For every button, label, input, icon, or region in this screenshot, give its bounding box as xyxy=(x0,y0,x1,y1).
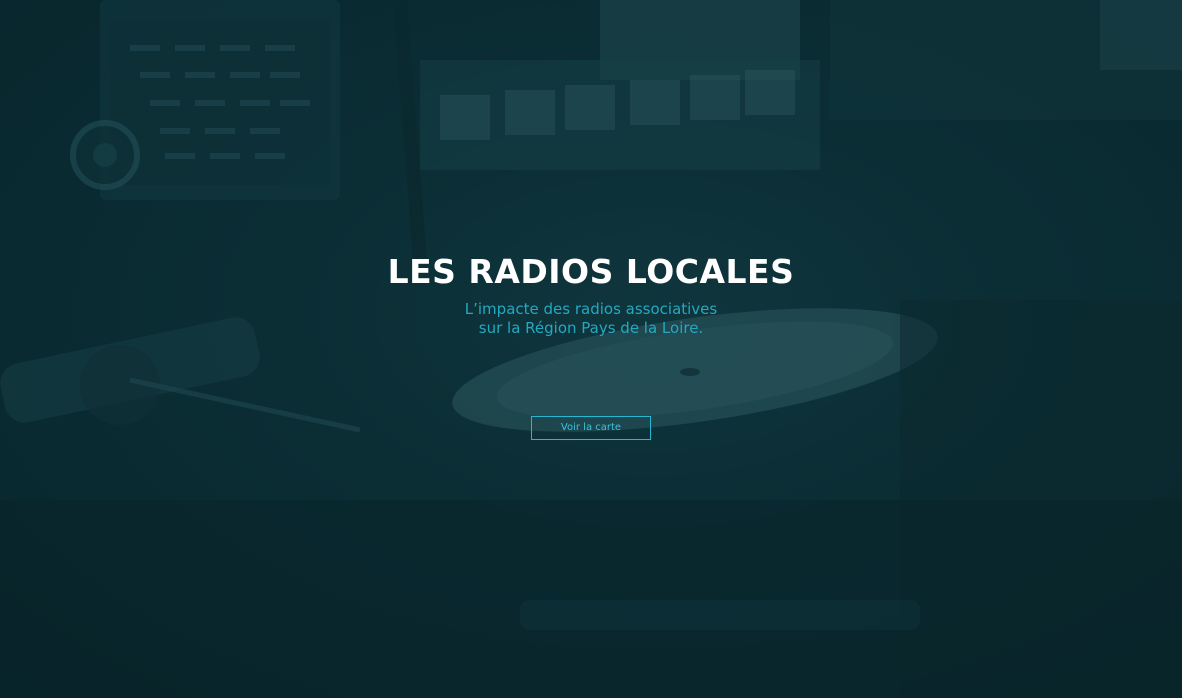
hero-content: LES RADIOS LOCALES L’impacte des radios … xyxy=(0,250,1182,338)
background-photo xyxy=(0,0,1182,698)
hero-section: LES RADIOS LOCALES L’impacte des radios … xyxy=(0,0,1182,698)
page-subtitle: L’impacte des radios associatives sur la… xyxy=(0,300,1182,338)
page-title: LES RADIOS LOCALES xyxy=(387,252,795,291)
view-map-button[interactable]: Voir la carte xyxy=(531,416,651,440)
subtitle-line-1: L’impacte des radios associatives xyxy=(464,300,718,318)
subtitle-line-2: sur la Région Pays de la Loire. xyxy=(478,319,704,337)
